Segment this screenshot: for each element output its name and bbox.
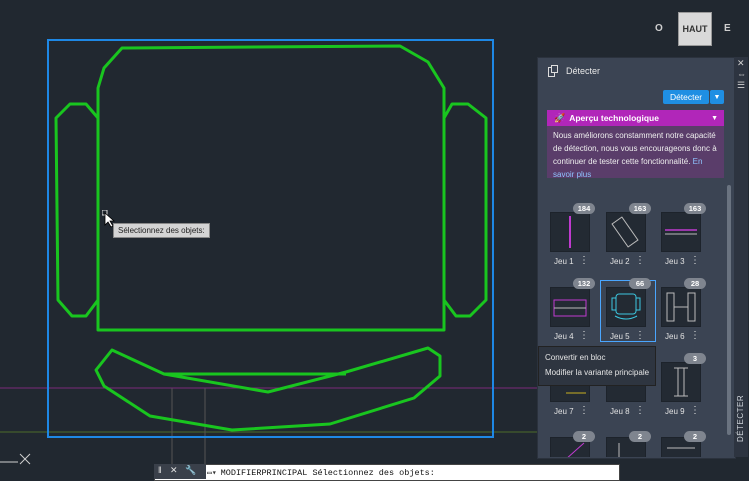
- context-menu: Convertir en bloc Modifier la variante p…: [538, 346, 656, 386]
- set-thumbnail: [606, 287, 646, 327]
- more-icon[interactable]: ⋮: [635, 330, 645, 341]
- set-card-4[interactable]: 132 Jeu 4 ⋮: [547, 278, 603, 341]
- menu-item-convert-block[interactable]: Convertir en bloc: [545, 353, 605, 362]
- panel-title: Détecter: [566, 66, 601, 76]
- set-thumbnail: [661, 212, 701, 252]
- preview-line: Nous améliorons constamment notre capaci…: [553, 131, 716, 140]
- count-badge: 2: [573, 431, 595, 442]
- set-label: Jeu 1: [554, 257, 574, 266]
- detect-button[interactable]: Détecter: [663, 90, 709, 104]
- command-line[interactable]: ▭▾ MODIFIERPRINCIPAL Sélectionnez des ob…: [154, 464, 620, 481]
- count-badge: 132: [573, 278, 595, 289]
- learn-more-link[interactable]: En: [693, 157, 703, 166]
- preview-line: de détection, nous vous encourageons don…: [553, 144, 717, 153]
- set-card-10[interactable]: 2: [547, 431, 603, 457]
- set-label: Jeu 3: [665, 257, 685, 266]
- set-thumbnail: [606, 212, 646, 252]
- set-thumbnail: [550, 287, 590, 327]
- set-card-9[interactable]: 3 Jeu 9 ⋮: [658, 353, 714, 416]
- set-thumbnail: [661, 287, 701, 327]
- wrench-icon[interactable]: 🔧: [185, 465, 196, 476]
- chevron-down-icon: ▼: [713, 93, 721, 101]
- rocket-icon: 🚀: [554, 112, 566, 123]
- count-badge: 163: [684, 203, 706, 214]
- set-card-5[interactable]: 66 Jeu 5 ⋮: [600, 278, 659, 342]
- set-label: Jeu 2: [610, 257, 630, 266]
- more-icon[interactable]: ⋮: [690, 405, 700, 416]
- count-badge: 66: [629, 278, 651, 289]
- set-card-2[interactable]: 163 Jeu 2 ⋮: [603, 203, 659, 266]
- close-icon[interactable]: ✕: [170, 465, 178, 476]
- tech-preview-body: Nous améliorons constamment notre capaci…: [547, 126, 724, 181]
- more-icon[interactable]: ⋮: [635, 405, 645, 416]
- count-badge: 2: [629, 431, 651, 442]
- panel-scrollbar[interactable]: [727, 185, 731, 435]
- close-icon[interactable]: ✕: [737, 58, 745, 69]
- preview-line: continuer de tester cette fonctionnalité…: [553, 157, 691, 166]
- set-label: Jeu 4: [554, 332, 574, 341]
- chevron-down-icon: ▼: [711, 114, 718, 122]
- more-icon[interactable]: ⋮: [579, 405, 589, 416]
- pin-icon[interactable]: ⇔: [737, 69, 746, 79]
- set-label: Jeu 9: [665, 407, 685, 416]
- count-badge: 184: [573, 203, 595, 214]
- cursor-tooltip: Sélectionnez des objets:: [113, 223, 210, 238]
- set-card-1[interactable]: 184 Jeu 1 ⋮: [547, 203, 603, 266]
- more-icon[interactable]: ⋮: [579, 255, 589, 266]
- menu-item-modify-variant[interactable]: Modifier la variante principale: [545, 368, 649, 377]
- chair-geometry[interactable]: [54, 44, 488, 432]
- set-thumbnail: [550, 212, 590, 252]
- tech-preview-header[interactable]: 🚀 Aperçu technologique ▼: [547, 110, 724, 126]
- command-line-tools: ‖ ✕ 🔧: [154, 464, 206, 479]
- selection-window: [47, 39, 494, 438]
- count-badge: 28: [684, 278, 706, 289]
- count-badge: 163: [629, 203, 651, 214]
- settings-icon[interactable]: ☰: [737, 80, 745, 91]
- detect-dropdown-button[interactable]: ▼: [710, 90, 724, 104]
- set-card-3[interactable]: 163 Jeu 3 ⋮: [658, 203, 714, 266]
- command-prompt-icon: ▭▾: [207, 468, 217, 478]
- set-label: Jeu 6: [665, 332, 685, 341]
- set-card-11[interactable]: 2: [603, 431, 659, 457]
- set-label: Jeu 5: [610, 332, 630, 341]
- set-label: Jeu 7: [554, 407, 574, 416]
- learn-more-link[interactable]: savoir plus: [553, 168, 718, 181]
- viewcube-east[interactable]: E: [724, 23, 731, 34]
- viewcube-top-face[interactable]: HAUT: [678, 12, 712, 46]
- set-card-6[interactable]: 28 Jeu 6 ⋮: [658, 278, 714, 341]
- count-badge: 2: [684, 431, 706, 442]
- detect-icon: [548, 65, 558, 77]
- command-text: MODIFIERPRINCIPAL Sélectionnez des objet…: [220, 467, 435, 478]
- grip-icon[interactable]: ‖: [158, 465, 162, 475]
- set-card-12[interactable]: 2: [658, 431, 714, 457]
- more-icon[interactable]: ⋮: [690, 330, 700, 341]
- set-label: Jeu 8: [610, 407, 630, 416]
- panel-vertical-label: DÉTECTER: [736, 394, 745, 442]
- viewcube-west[interactable]: O: [655, 23, 663, 34]
- more-icon[interactable]: ⋮: [635, 255, 645, 266]
- viewcube[interactable]: O HAUT E: [654, 6, 749, 56]
- more-icon[interactable]: ⋮: [690, 255, 700, 266]
- tech-preview-title: Aperçu technologique: [569, 113, 659, 123]
- set-thumbnail: [661, 362, 701, 402]
- count-badge: 3: [684, 353, 706, 364]
- more-icon[interactable]: ⋮: [579, 330, 589, 341]
